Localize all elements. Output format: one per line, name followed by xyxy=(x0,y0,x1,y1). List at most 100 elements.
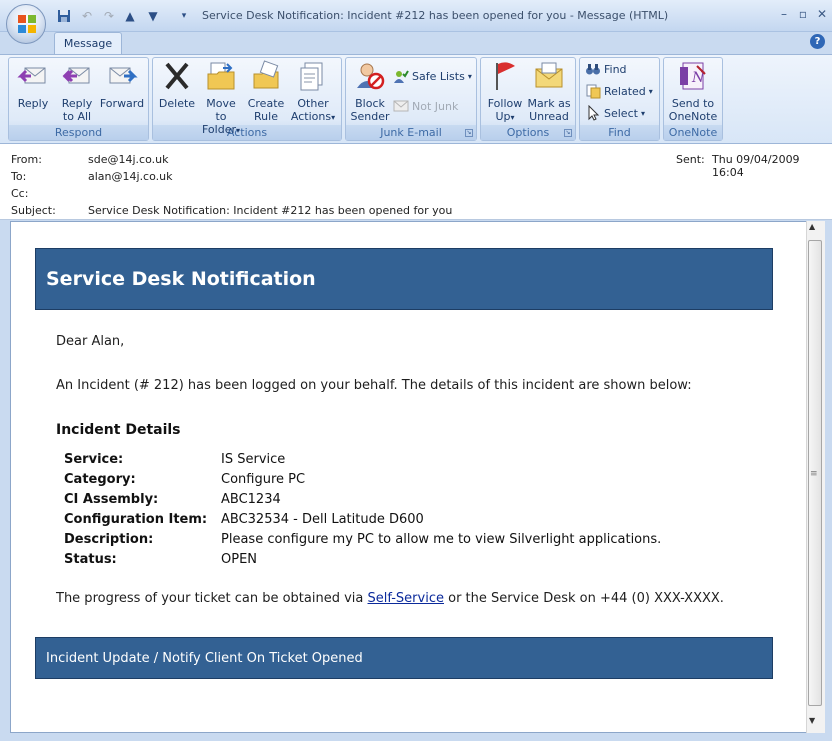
details-heading: Incident Details xyxy=(56,422,181,438)
forward-icon xyxy=(109,67,138,84)
sent-value: Thu 09/04/2009 16:04 xyxy=(712,153,800,179)
detail-label: Description: xyxy=(64,532,154,547)
undo-icon[interactable]: ↶ xyxy=(79,8,95,24)
follow-up-button[interactable]: Follow Up▾ xyxy=(485,60,525,124)
footer-text: Incident Update / Notify Client On Ticke… xyxy=(46,651,363,666)
related-dropdown-icon: ▾ xyxy=(648,86,653,96)
next-item-icon[interactable]: ▼ xyxy=(145,8,161,24)
save-icon[interactable] xyxy=(56,8,72,24)
minimize-icon[interactable]: – xyxy=(774,5,794,23)
related-label: Related xyxy=(604,84,646,98)
to-label: To: xyxy=(11,170,27,183)
progress-text-after: or the Service Desk on +44 (0) XXX-XXXX. xyxy=(443,591,724,606)
detail-label: Service: xyxy=(64,452,124,467)
forward-button[interactable]: Forward xyxy=(99,60,145,110)
previous-item-icon[interactable]: ▲ xyxy=(122,8,138,24)
not-junk-button[interactable]: Not Junk xyxy=(393,96,458,116)
redo-icon[interactable]: ↷ xyxy=(101,8,117,24)
move-dropdown-icon: ▾ xyxy=(235,126,240,135)
select-button[interactable]: Select ▾ xyxy=(585,103,645,123)
delete-icon xyxy=(165,62,189,90)
reply-all-label-2: to All xyxy=(62,110,92,123)
junk-options-launcher[interactable]: ↘ xyxy=(465,129,473,137)
delete-button[interactable]: Delete xyxy=(157,60,197,110)
binoculars-icon xyxy=(586,64,600,75)
safe-lists-dropdown-icon: ▾ xyxy=(467,71,472,81)
greeting: Dear Alan, xyxy=(56,334,125,349)
sent-label: Sent: xyxy=(676,153,705,166)
detail-value: Please configure my PC to allow me to vi… xyxy=(221,532,662,547)
office-logo-icon xyxy=(18,15,36,33)
from-value[interactable]: sde@14j.co.uk xyxy=(88,153,168,166)
customize-toolbar-icon[interactable]: ▾ xyxy=(176,8,192,24)
safe-lists-label: Safe Lists xyxy=(412,69,465,83)
select-cursor-icon xyxy=(588,105,600,121)
create-rule-label-1: Create xyxy=(247,97,285,110)
progress-text: The progress of your ticket can be obtai… xyxy=(56,591,724,606)
window-bottom-border xyxy=(0,733,832,741)
cc-label: Cc: xyxy=(11,187,29,200)
other-actions-button[interactable]: Other Actions▾ xyxy=(289,60,337,124)
forward-label: Forward xyxy=(99,97,145,110)
follow-up-label-2: Up xyxy=(495,110,511,123)
block-sender-button[interactable]: Block Sender xyxy=(350,60,390,123)
related-button[interactable]: Related ▾ xyxy=(585,81,653,101)
intro-text: An Incident (# 212) has been logged on y… xyxy=(56,378,692,393)
not-junk-icon xyxy=(393,100,409,112)
block-sender-label-2: Sender xyxy=(350,110,390,123)
related-icon xyxy=(586,84,601,99)
self-service-link[interactable]: Self-Service xyxy=(368,591,444,606)
detail-value: Configure PC xyxy=(221,472,306,487)
onenote-icon: N xyxy=(680,62,706,90)
tab-message[interactable]: Message xyxy=(54,32,122,55)
group-respond-label: Respond xyxy=(9,125,148,140)
scroll-down-icon[interactable]: ▼ xyxy=(809,716,815,725)
subject-label: Subject: xyxy=(11,204,56,217)
detail-label: Status: xyxy=(64,552,117,567)
reply-label: Reply xyxy=(17,97,49,110)
other-actions-label-2: Actions xyxy=(290,110,332,123)
find-button[interactable]: Find xyxy=(585,59,627,79)
ribbon-tab-row xyxy=(0,32,832,54)
reply-button[interactable]: Reply xyxy=(13,60,53,110)
send-to-label-2: OneNote xyxy=(668,110,718,123)
create-rule-icon xyxy=(253,60,279,89)
follow-up-dropdown-icon: ▾ xyxy=(510,113,515,122)
reply-all-button[interactable]: Reply to All xyxy=(57,60,97,123)
restore-icon[interactable]: ▫ xyxy=(793,5,813,23)
mark-as-label-1: Mark as xyxy=(527,97,571,110)
follow-up-flag-icon xyxy=(496,62,515,90)
progress-text-before: The progress of your ticket can be obtai… xyxy=(56,591,368,606)
office-button[interactable] xyxy=(6,4,46,44)
move-to-folder-button[interactable]: Move to Folder▾ xyxy=(199,60,243,137)
follow-up-label-1: Follow xyxy=(487,97,523,110)
help-icon[interactable]: ? xyxy=(810,34,825,49)
banner-title: Service Desk Notification xyxy=(46,268,316,290)
create-rule-button[interactable]: Create Rule xyxy=(246,60,286,123)
move-label-2: Folder xyxy=(201,123,236,136)
reply-icon xyxy=(17,67,46,84)
detail-label: Category: xyxy=(64,472,136,487)
mark-as-label-2: Unread xyxy=(529,110,569,123)
send-to-onenote-button[interactable]: N Send to OneNote xyxy=(667,60,719,123)
other-actions-label-1: Other xyxy=(297,97,329,110)
reply-all-label-1: Reply xyxy=(61,97,93,110)
detail-value: OPEN xyxy=(221,552,258,567)
other-actions-dropdown-icon: ▾ xyxy=(331,113,336,122)
scroll-up-icon[interactable]: ▲ xyxy=(809,222,815,231)
window-title: Service Desk Notification: Incident #212… xyxy=(202,9,669,22)
to-value[interactable]: alan@14j.co.uk xyxy=(88,170,172,183)
mark-as-unread-icon xyxy=(535,62,563,88)
delete-label: Delete xyxy=(158,97,196,110)
mark-as-unread-button[interactable]: Mark as Unread xyxy=(527,60,571,123)
options-launcher[interactable]: ↘ xyxy=(564,129,572,137)
scroll-grip-icon: ≡ xyxy=(810,469,818,479)
detail-value: ABC32534 - Dell Latitude D600 xyxy=(221,512,424,527)
move-label-1: Move to xyxy=(206,97,236,123)
detail-value: ABC1234 xyxy=(221,492,281,507)
other-actions-icon xyxy=(300,62,323,91)
close-icon[interactable]: ✕ xyxy=(812,5,832,23)
create-rule-label-2: Rule xyxy=(254,110,278,123)
subject-value: Service Desk Notification: Incident #212… xyxy=(88,204,453,217)
safe-lists-button[interactable]: Safe Lists ▾ xyxy=(393,66,472,86)
